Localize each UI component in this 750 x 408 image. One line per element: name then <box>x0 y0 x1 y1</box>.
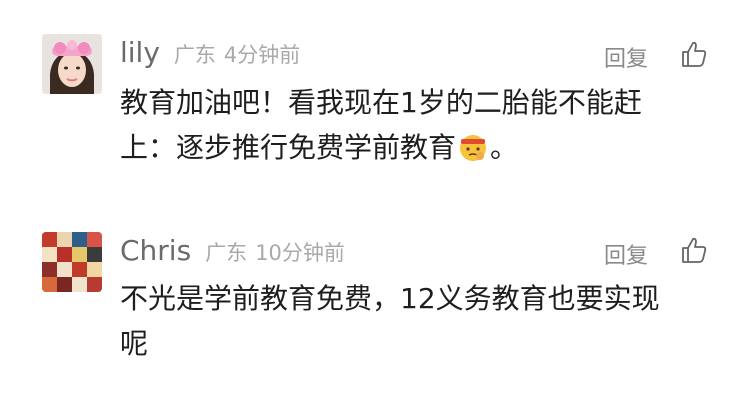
user-avatar-image <box>42 34 102 94</box>
location-label: 广东 <box>205 241 248 265</box>
comment-item: Chris 广东 10分钟前 回复 不光是学前教育免费，12义务教育也要实现 呢 <box>0 200 750 408</box>
comment-content: 不光是学前教育免费，12义务教育也要实现 呢 <box>120 276 720 366</box>
reply-button[interactable]: 回复 <box>604 238 648 270</box>
thumbs-up-icon[interactable] <box>680 236 708 264</box>
comment-meta: Chris 广东 10分钟前 <box>120 234 345 268</box>
comment-content: 教育加油吧！看我现在1岁的二胎能不能赶 上：逐步推行免费学前教育 。 <box>120 80 720 170</box>
avatar[interactable] <box>42 232 102 292</box>
location-label: 广东 <box>173 43 216 67</box>
username[interactable]: Chris <box>120 234 191 267</box>
timestamp: 10分钟前 <box>255 241 345 265</box>
comment-text: 上：逐步推行免费学前教育 <box>120 131 457 164</box>
thumbs-up-icon[interactable] <box>680 40 708 68</box>
comment-text-line: 教育加油吧！看我现在1岁的二胎能不能赶 <box>120 86 642 119</box>
comment-meta: lily 广东 4分钟前 <box>120 36 300 70</box>
timestamp: 4分钟前 <box>223 43 301 67</box>
reply-button[interactable]: 回复 <box>604 41 648 73</box>
avatar[interactable] <box>42 34 102 94</box>
thinking-face-with-headband-emoji <box>460 135 487 161</box>
comment-text-line: 不光是学前教育免费，12义务教育也要实现 <box>120 282 660 315</box>
comment-text: 。 <box>490 131 519 164</box>
comment-text-line: 呢 <box>120 327 149 360</box>
comment-text-line: 上：逐步推行免费学前教育 。 <box>120 125 720 170</box>
user-avatar-image <box>42 232 102 292</box>
comment-item: lily 广东 4分钟前 回复 教育加油吧！看我现在1岁的二胎能不能赶 上：逐步… <box>0 0 750 200</box>
username[interactable]: lily <box>120 36 160 69</box>
